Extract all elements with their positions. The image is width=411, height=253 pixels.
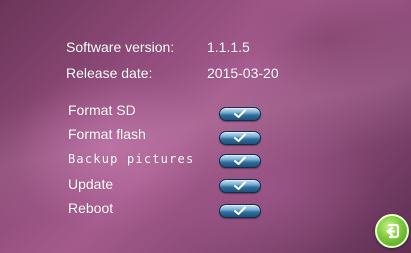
check-icon	[234, 206, 246, 215]
release-date-label: Release date:	[66, 65, 153, 81]
software-version-label: Software version:	[66, 39, 175, 55]
reboot-button[interactable]	[219, 204, 261, 218]
format-sd-label: Format SD	[68, 102, 136, 118]
format-flash-button[interactable]	[219, 131, 261, 145]
return-icon	[386, 223, 400, 239]
settings-screen: Software version: 1.1.1.5 Release date: …	[0, 0, 411, 253]
update-button[interactable]	[219, 179, 261, 193]
release-date-value: 2015-03-20	[207, 65, 279, 81]
check-icon	[234, 109, 246, 118]
check-icon	[234, 133, 246, 142]
background-sheen	[0, 7, 411, 233]
software-version-value: 1.1.1.5	[207, 39, 250, 55]
check-icon	[234, 156, 246, 165]
format-sd-button[interactable]	[219, 107, 261, 121]
update-label: Update	[68, 176, 114, 192]
reboot-label: Reboot	[68, 200, 114, 216]
back-button[interactable]	[375, 214, 409, 248]
backup-pictures-button[interactable]	[219, 154, 261, 168]
format-flash-label: Format flash	[68, 126, 146, 142]
backup-pictures-label: Backup pictures	[68, 152, 195, 166]
check-icon	[234, 181, 246, 190]
